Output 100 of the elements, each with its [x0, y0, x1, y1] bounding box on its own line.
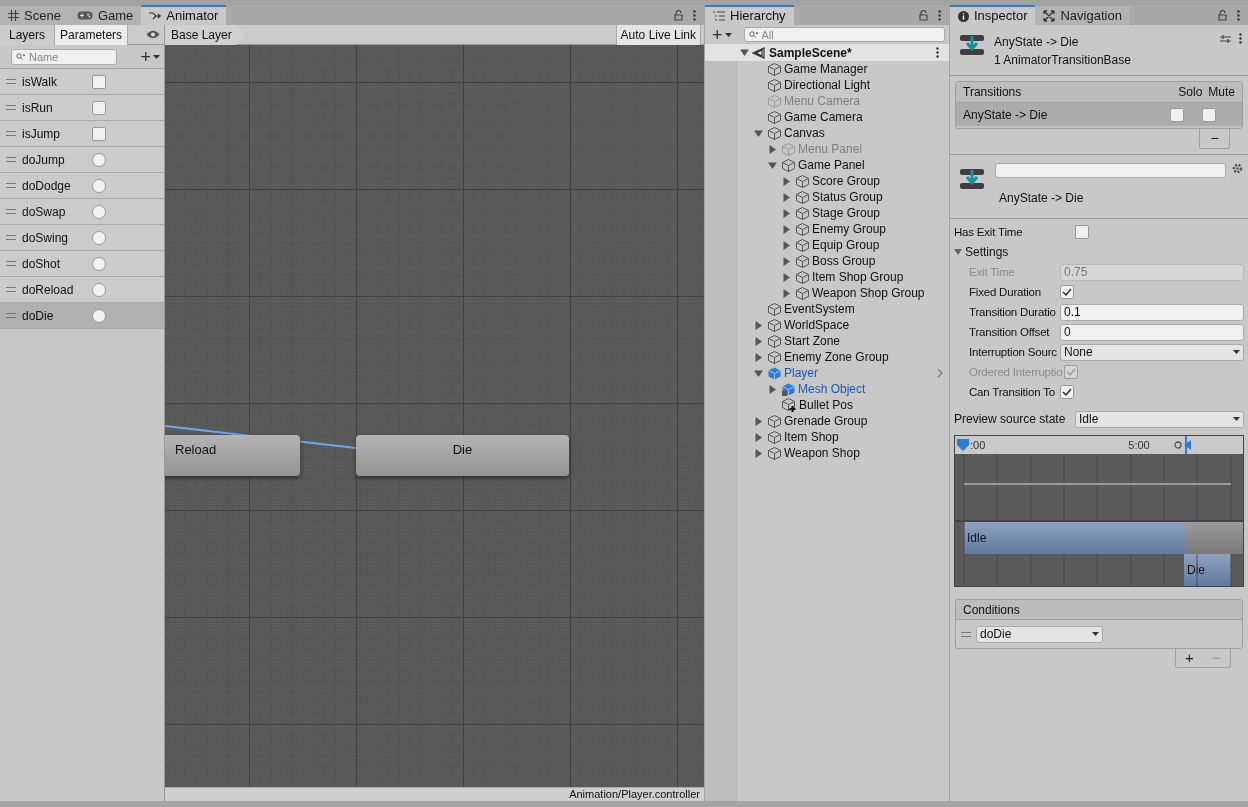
eye-icon[interactable]	[146, 30, 160, 39]
hierarchy-item[interactable]: Bullet Pos	[705, 397, 949, 413]
panel-tab[interactable]: Inspector	[950, 5, 1036, 25]
drag-handle-icon[interactable]	[6, 261, 16, 266]
chevron-right-icon[interactable]	[937, 368, 943, 378]
trigger-toggle[interactable]	[92, 282, 106, 297]
collapsed-arrow-icon[interactable]	[754, 320, 763, 330]
drag-handle-icon[interactable]	[6, 287, 16, 292]
expanded-arrow-icon[interactable]	[754, 128, 763, 138]
checkbox[interactable]	[92, 100, 106, 115]
drag-handle-icon[interactable]	[6, 79, 16, 84]
more-options-icon[interactable]	[693, 9, 696, 21]
name-field[interactable]	[995, 163, 1226, 178]
start-marker-icon[interactable]	[956, 438, 970, 452]
panel-tab[interactable]: Hierarchy	[705, 5, 794, 25]
drag-handle-icon[interactable]	[961, 631, 971, 637]
panel-tab[interactable]: Animator	[141, 5, 227, 25]
drag-handle-icon[interactable]	[6, 209, 16, 214]
collapsed-arrow-icon[interactable]	[768, 384, 777, 394]
drag-handle-icon[interactable]	[6, 183, 16, 188]
hierarchy-item[interactable]: Directional Light	[705, 77, 949, 93]
collapsed-arrow-icon[interactable]	[754, 336, 763, 346]
hierarchy-item[interactable]: Weapon Shop Group	[705, 285, 949, 301]
expanded-arrow-icon[interactable]	[740, 48, 749, 57]
hierarchy-item[interactable]: Equip Group	[705, 237, 949, 253]
state-node[interactable]: Die	[356, 435, 569, 476]
hierarchy-item[interactable]: Item Shop Group	[705, 269, 949, 285]
checkbox[interactable]	[1060, 285, 1074, 299]
panel-tab[interactable]: Scene	[0, 6, 69, 25]
add-parameter-button[interactable]: +	[140, 47, 160, 66]
collapsed-arrow-icon[interactable]	[782, 240, 791, 250]
collapsed-arrow-icon[interactable]	[782, 176, 791, 186]
collapsed-arrow-icon[interactable]	[754, 432, 763, 442]
parameter-row[interactable]: doDie	[0, 303, 164, 329]
graph-canvas[interactable]: Reload Die	[165, 45, 704, 787]
collapsed-arrow-icon[interactable]	[754, 352, 763, 362]
destination-clip-bar[interactable]: Die	[1184, 554, 1231, 586]
search-field[interactable]: All	[743, 27, 945, 42]
collapsed-arrow-icon[interactable]	[768, 144, 777, 154]
hierarchy-item[interactable]: Score Group	[705, 173, 949, 189]
transition-marker-icon[interactable]	[1174, 440, 1192, 450]
more-options-icon[interactable]	[1237, 9, 1240, 21]
drag-handle-icon[interactable]	[6, 313, 16, 318]
collapsed-arrow-icon[interactable]	[754, 416, 763, 426]
collapsed-arrow-icon[interactable]	[754, 448, 763, 458]
hierarchy-item[interactable]: Weapon Shop	[705, 445, 949, 461]
hierarchy-item[interactable]: Game Panel	[705, 157, 949, 173]
lock-icon[interactable]	[919, 9, 928, 21]
hierarchy-item[interactable]: Enemy Group	[705, 221, 949, 237]
more-options-icon[interactable]	[936, 47, 939, 58]
hierarchy-item[interactable]: Game Manager	[705, 61, 949, 77]
state-node[interactable]: Reload	[165, 435, 300, 476]
lock-icon[interactable]	[674, 9, 683, 21]
create-button[interactable]: +	[712, 25, 732, 44]
hierarchy-item[interactable]: Canvas	[705, 125, 949, 141]
hierarchy-item[interactable]: Item Shop	[705, 429, 949, 445]
lock-icon[interactable]	[1218, 9, 1227, 21]
drag-handle-icon[interactable]	[6, 157, 16, 162]
checkbox[interactable]	[92, 126, 106, 141]
collapsed-arrow-icon[interactable]	[782, 256, 791, 266]
trigger-toggle[interactable]	[92, 204, 106, 219]
collapsed-arrow-icon[interactable]	[782, 208, 791, 218]
number-field[interactable]: 0.1	[1060, 303, 1244, 321]
checkbox[interactable]	[1170, 107, 1184, 122]
trigger-toggle[interactable]	[92, 178, 106, 193]
timeline-panel[interactable]: :00 5:00 Idle Die	[954, 435, 1244, 587]
hierarchy-item[interactable]: Mesh Object	[705, 381, 949, 397]
hierarchy-item[interactable]: EventSystem	[705, 301, 949, 317]
search-field[interactable]: Name	[11, 48, 117, 65]
trigger-toggle[interactable]	[92, 308, 106, 323]
settings-foldout[interactable]: Settings	[954, 243, 1009, 261]
dropdown[interactable]: doDie	[976, 625, 1103, 643]
collapsed-arrow-icon[interactable]	[782, 288, 791, 298]
hierarchy-item[interactable]: Grenade Group	[705, 413, 949, 429]
collapsed-arrow-icon[interactable]	[782, 224, 791, 234]
settings-sliders-icon[interactable]	[1220, 33, 1231, 44]
collapsed-arrow-icon[interactable]	[782, 272, 791, 282]
trigger-toggle[interactable]	[92, 256, 106, 271]
gear-icon[interactable]	[1232, 163, 1243, 174]
hierarchy-item[interactable]: Start Zone	[705, 333, 949, 349]
dropdown[interactable]: None	[1060, 343, 1244, 361]
drag-handle-icon[interactable]	[6, 105, 16, 110]
checkbox[interactable]	[1060, 385, 1074, 399]
hierarchy-item[interactable]: Boss Group	[705, 253, 949, 269]
trigger-toggle[interactable]	[92, 152, 106, 167]
hierarchy-item[interactable]: Player	[705, 365, 949, 381]
scene-row[interactable]: SampleScene*	[705, 44, 949, 61]
hierarchy-item[interactable]: Game Camera	[705, 109, 949, 125]
drag-handle-icon[interactable]	[6, 235, 16, 240]
hierarchy-item[interactable]: Enemy Zone Group	[705, 349, 949, 365]
more-options-icon[interactable]	[938, 9, 941, 21]
hierarchy-item[interactable]: Stage Group	[705, 205, 949, 221]
checkbox[interactable]	[92, 74, 106, 89]
expanded-arrow-icon[interactable]	[768, 160, 777, 170]
hierarchy-item[interactable]: WorldSpace	[705, 317, 949, 333]
mode-tab[interactable]: Parameters	[54, 24, 129, 45]
hierarchy-item[interactable]: Status Group	[705, 189, 949, 205]
auto-live-link-button[interactable]: Auto Live Link	[615, 25, 701, 45]
breadcrumb[interactable]: Base Layer	[165, 25, 246, 45]
source-clip-bar[interactable]: Idle	[964, 522, 1185, 554]
